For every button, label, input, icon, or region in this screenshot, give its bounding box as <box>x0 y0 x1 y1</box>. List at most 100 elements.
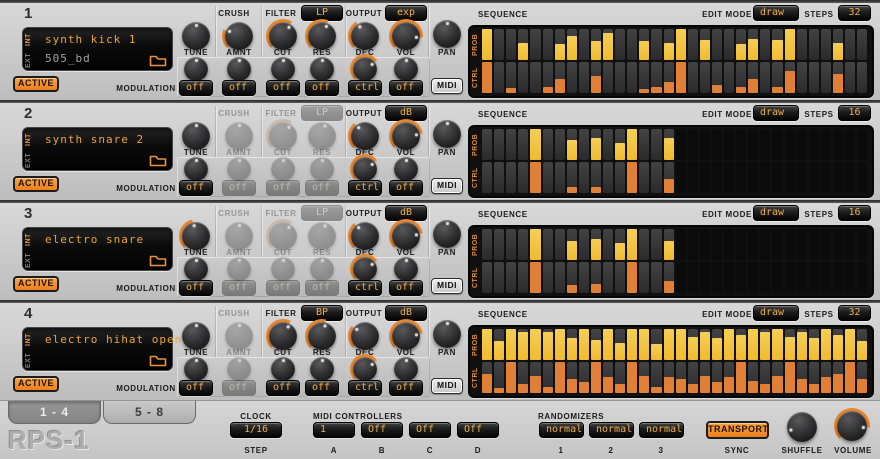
ctrl-step-cell[interactable] <box>711 62 723 93</box>
ctrl-step-cell[interactable] <box>711 162 723 193</box>
steps-dropdown[interactable]: 16 <box>838 205 871 221</box>
ctrl-step-cell[interactable] <box>796 362 807 393</box>
dec-mod-dropdown[interactable]: ctrl <box>348 280 382 296</box>
tune-mod-knob[interactable] <box>184 357 208 381</box>
prob-step-cell[interactable] <box>711 29 723 60</box>
prob-step-cell[interactable] <box>857 129 868 160</box>
ctrl-step-cell[interactable] <box>845 162 856 193</box>
prob-step-cell[interactable] <box>845 129 856 160</box>
ctrl-step-cell[interactable] <box>627 62 638 93</box>
dec-mod-dropdown[interactable]: ctrl <box>348 180 382 196</box>
sample-display[interactable]: INT EXT electro snare <box>22 227 173 271</box>
ctrl-step-cell[interactable] <box>482 262 493 293</box>
ctrl-step-cell[interactable] <box>615 262 626 293</box>
ctrl-step-cell[interactable] <box>724 362 735 393</box>
prob-step-cell[interactable] <box>530 29 541 60</box>
tune-mod-dropdown[interactable]: off <box>179 180 213 196</box>
prob-step-cell[interactable] <box>687 129 698 160</box>
prob-step-cell[interactable] <box>820 329 831 360</box>
prob-step-cell[interactable] <box>736 129 747 160</box>
amnt-mod-knob[interactable] <box>227 257 251 281</box>
ctrl-step-cell[interactable] <box>760 162 771 193</box>
ctrl-step-cell[interactable] <box>675 162 686 193</box>
prob-step-cell[interactable] <box>663 329 674 360</box>
randomizer-1-dropdown[interactable]: normal <box>539 422 584 438</box>
prob-step-cell[interactable] <box>627 129 638 160</box>
ctrl-step-cell[interactable] <box>772 362 783 393</box>
prob-step-cell[interactable] <box>506 329 517 360</box>
prob-step-cell[interactable] <box>554 129 565 160</box>
ctrl-step-cell[interactable] <box>542 262 553 293</box>
ctrl-step-cell[interactable] <box>699 62 710 93</box>
res-mod-knob[interactable] <box>310 57 334 81</box>
prob-step-cell[interactable] <box>603 129 614 160</box>
ctrl-step-cell[interactable] <box>687 362 698 393</box>
edit-mode-dropdown[interactable]: draw <box>753 105 799 121</box>
midi-button[interactable]: MIDI <box>431 378 463 394</box>
tune-knob[interactable] <box>182 122 210 150</box>
prob-step-cell[interactable] <box>639 229 650 260</box>
prob-step-cell[interactable] <box>506 129 517 160</box>
tab-1-4[interactable]: 1 - 4 <box>8 401 101 424</box>
res-mod-knob[interactable] <box>310 357 334 381</box>
folder-icon[interactable] <box>149 253 167 267</box>
ctrl-step-cell[interactable] <box>748 62 759 93</box>
prob-step-cell[interactable] <box>699 129 710 160</box>
ctrl-step-cell[interactable] <box>663 162 674 193</box>
prob-step-cell[interactable] <box>808 129 819 160</box>
prob-step-cell[interactable] <box>627 329 638 360</box>
prob-step-cell[interactable] <box>808 229 819 260</box>
ctrl-step-cell[interactable] <box>578 362 589 393</box>
ctrl-step-cell[interactable] <box>578 62 589 93</box>
ctrl-step-cell[interactable] <box>554 62 565 93</box>
vol-mod-knob[interactable] <box>394 257 418 281</box>
prob-step-cell[interactable] <box>590 329 602 360</box>
prob-step-cell[interactable] <box>760 329 771 360</box>
amnt-mod-knob[interactable] <box>227 357 251 381</box>
prob-step-cell[interactable] <box>566 29 577 60</box>
vol-knob[interactable] <box>389 119 423 153</box>
prob-step-cell[interactable] <box>724 129 735 160</box>
prob-step-cell[interactable] <box>651 129 662 160</box>
prob-step-cell[interactable] <box>590 229 602 260</box>
prob-step-cell[interactable] <box>772 29 783 60</box>
prob-step-cell[interactable] <box>518 29 529 60</box>
tune-knob[interactable] <box>182 322 210 350</box>
prob-step-cell[interactable] <box>820 129 831 160</box>
ctrl-step-cell[interactable] <box>736 62 747 93</box>
prob-step-cell[interactable] <box>760 129 771 160</box>
ctrl-step-cell[interactable] <box>603 162 614 193</box>
ctrl-step-cell[interactable] <box>711 362 723 393</box>
ctrl-step-cell[interactable] <box>615 362 626 393</box>
prob-step-cell[interactable] <box>699 329 710 360</box>
sample-display[interactable]: INT EXT synth kick 1 505_bd <box>22 27 173 71</box>
prob-step-cell[interactable] <box>494 329 505 360</box>
ctrl-step-cell[interactable] <box>530 62 541 93</box>
prob-step-cell[interactable] <box>663 129 674 160</box>
tab-5-8[interactable]: 5 - 8 <box>103 401 196 424</box>
ctrl-step-cell[interactable] <box>772 62 783 93</box>
prob-step-cell[interactable] <box>772 329 783 360</box>
res-knob[interactable] <box>308 222 336 250</box>
prob-step-cell[interactable] <box>736 29 747 60</box>
ctrl-step-cell[interactable] <box>554 262 565 293</box>
edit-mode-dropdown[interactable]: draw <box>753 5 799 21</box>
ctrl-step-cell[interactable] <box>845 262 856 293</box>
cut-mod-knob[interactable] <box>271 357 295 381</box>
tune-mod-knob[interactable] <box>184 157 208 181</box>
prob-step-cell[interactable] <box>482 129 493 160</box>
prob-step-cell[interactable] <box>651 29 662 60</box>
ctrl-step-cell[interactable] <box>590 162 602 193</box>
ctrl-step-cell[interactable] <box>808 262 819 293</box>
res-mod-dropdown[interactable]: off <box>305 280 339 296</box>
ctrl-step-cell[interactable] <box>506 262 517 293</box>
ctrl-step-cell[interactable] <box>651 262 662 293</box>
prob-step-cell[interactable] <box>808 29 819 60</box>
prob-step-cell[interactable] <box>542 129 553 160</box>
dec-mod-dropdown[interactable]: ctrl <box>348 380 382 396</box>
ctrl-step-cell[interactable] <box>663 62 674 93</box>
ctrl-step-cell[interactable] <box>542 62 553 93</box>
res-knob[interactable] <box>305 19 339 53</box>
dec-knob[interactable] <box>348 19 382 53</box>
vol-mod-dropdown[interactable]: off <box>389 180 423 196</box>
